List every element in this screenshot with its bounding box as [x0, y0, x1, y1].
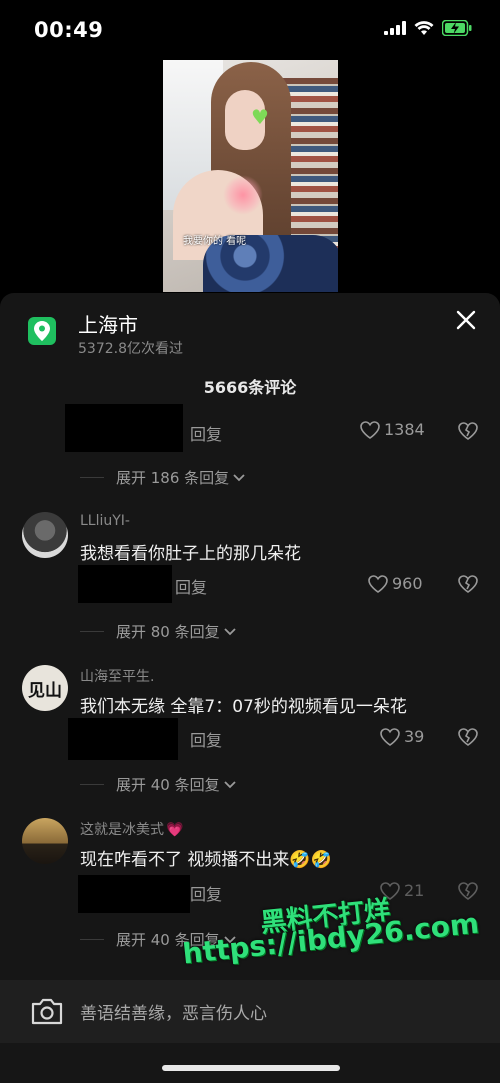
expand-replies[interactable]: 展开 186 条回复 [80, 467, 246, 488]
expand-replies-label: 展开 186 条回复 [116, 469, 230, 487]
comment-text: 我想看看你肚子上的那几朵花 [80, 544, 301, 564]
reply-button[interactable]: 回复 [190, 421, 222, 445]
chevron-down-icon [223, 627, 236, 635]
dislike-icon[interactable] [458, 727, 478, 747]
redacted-content [78, 565, 172, 603]
expand-replies-label: 展开 40 条回复 [116, 776, 220, 794]
chevron-down-icon [223, 780, 236, 788]
expand-replies-label: 展开 80 条回复 [116, 623, 220, 641]
like-count: 39 [404, 727, 425, 746]
heart-emoji-icon: 💗 [166, 822, 184, 838]
reply-button[interactable]: 回复 [175, 574, 207, 598]
like-count: 21 [404, 881, 425, 900]
video-thumbnail[interactable]: ♥ 我要你的 看呢 [163, 60, 338, 292]
heart-outline-icon [368, 574, 388, 593]
chevron-down-icon [233, 473, 245, 481]
laughing-emoji-icon: 🤣🤣 [289, 850, 332, 870]
comment-username[interactable]: 这就是冰美式 💗 [80, 819, 183, 839]
like-count: 1384 [384, 420, 425, 439]
like-button[interactable]: 39 [380, 727, 424, 746]
calligraphy-avatar-icon: 见山 [28, 680, 62, 701]
signal-icon [384, 21, 406, 35]
dislike-icon[interactable] [458, 421, 478, 441]
avatar[interactable] [22, 512, 68, 558]
avatar[interactable]: 见山 [22, 665, 68, 711]
reply-button[interactable]: 回复 [190, 727, 222, 751]
heart-outline-icon [380, 727, 400, 746]
status-time: 00:49 [34, 18, 104, 42]
redacted-content [78, 875, 190, 913]
dislike-icon[interactable] [458, 574, 478, 594]
status-bar: 00:49 [0, 0, 500, 60]
comment-text: 我们本无缘 全靠7：07秒的视频看见一朵花 [80, 697, 407, 717]
location-title[interactable]: 上海市 [78, 309, 138, 338]
home-indicator[interactable] [162, 1065, 340, 1071]
comment-username[interactable]: LLliuYI- [80, 513, 130, 529]
like-button[interactable]: 960 [368, 574, 423, 593]
close-icon[interactable] [454, 308, 478, 332]
comment-count: 5666条评论 [203, 378, 297, 397]
camera-icon[interactable] [30, 996, 64, 1026]
video-caption: 我要你的 看呢 [183, 236, 247, 247]
expand-replies[interactable]: 展开 40 条回复 [80, 774, 237, 795]
location-pin-icon[interactable] [28, 317, 56, 345]
reply-button[interactable]: 回复 [190, 881, 222, 905]
avatar[interactable] [22, 818, 68, 864]
like-button[interactable]: 1384 [360, 420, 425, 439]
battery-charging-icon [442, 20, 472, 36]
comment-username[interactable]: 山海至平生. [80, 666, 154, 686]
wifi-icon [414, 20, 434, 35]
heart-outline-icon [360, 420, 380, 439]
redacted-content [65, 404, 183, 452]
dislike-icon[interactable] [458, 881, 478, 901]
redacted-content [68, 718, 178, 760]
location-views: 5372.8亿次看过 [78, 341, 183, 357]
comment-input[interactable]: 善语结善缘，恶言伤人心 [80, 999, 267, 1024]
comment-text: 现在咋看不了 视频播不出来🤣🤣 [80, 850, 332, 870]
expand-replies[interactable]: 展开 80 条回复 [80, 621, 237, 642]
heart-sticker-icon: ♥ [251, 105, 269, 129]
status-icons [384, 20, 472, 36]
like-count: 960 [392, 574, 423, 593]
